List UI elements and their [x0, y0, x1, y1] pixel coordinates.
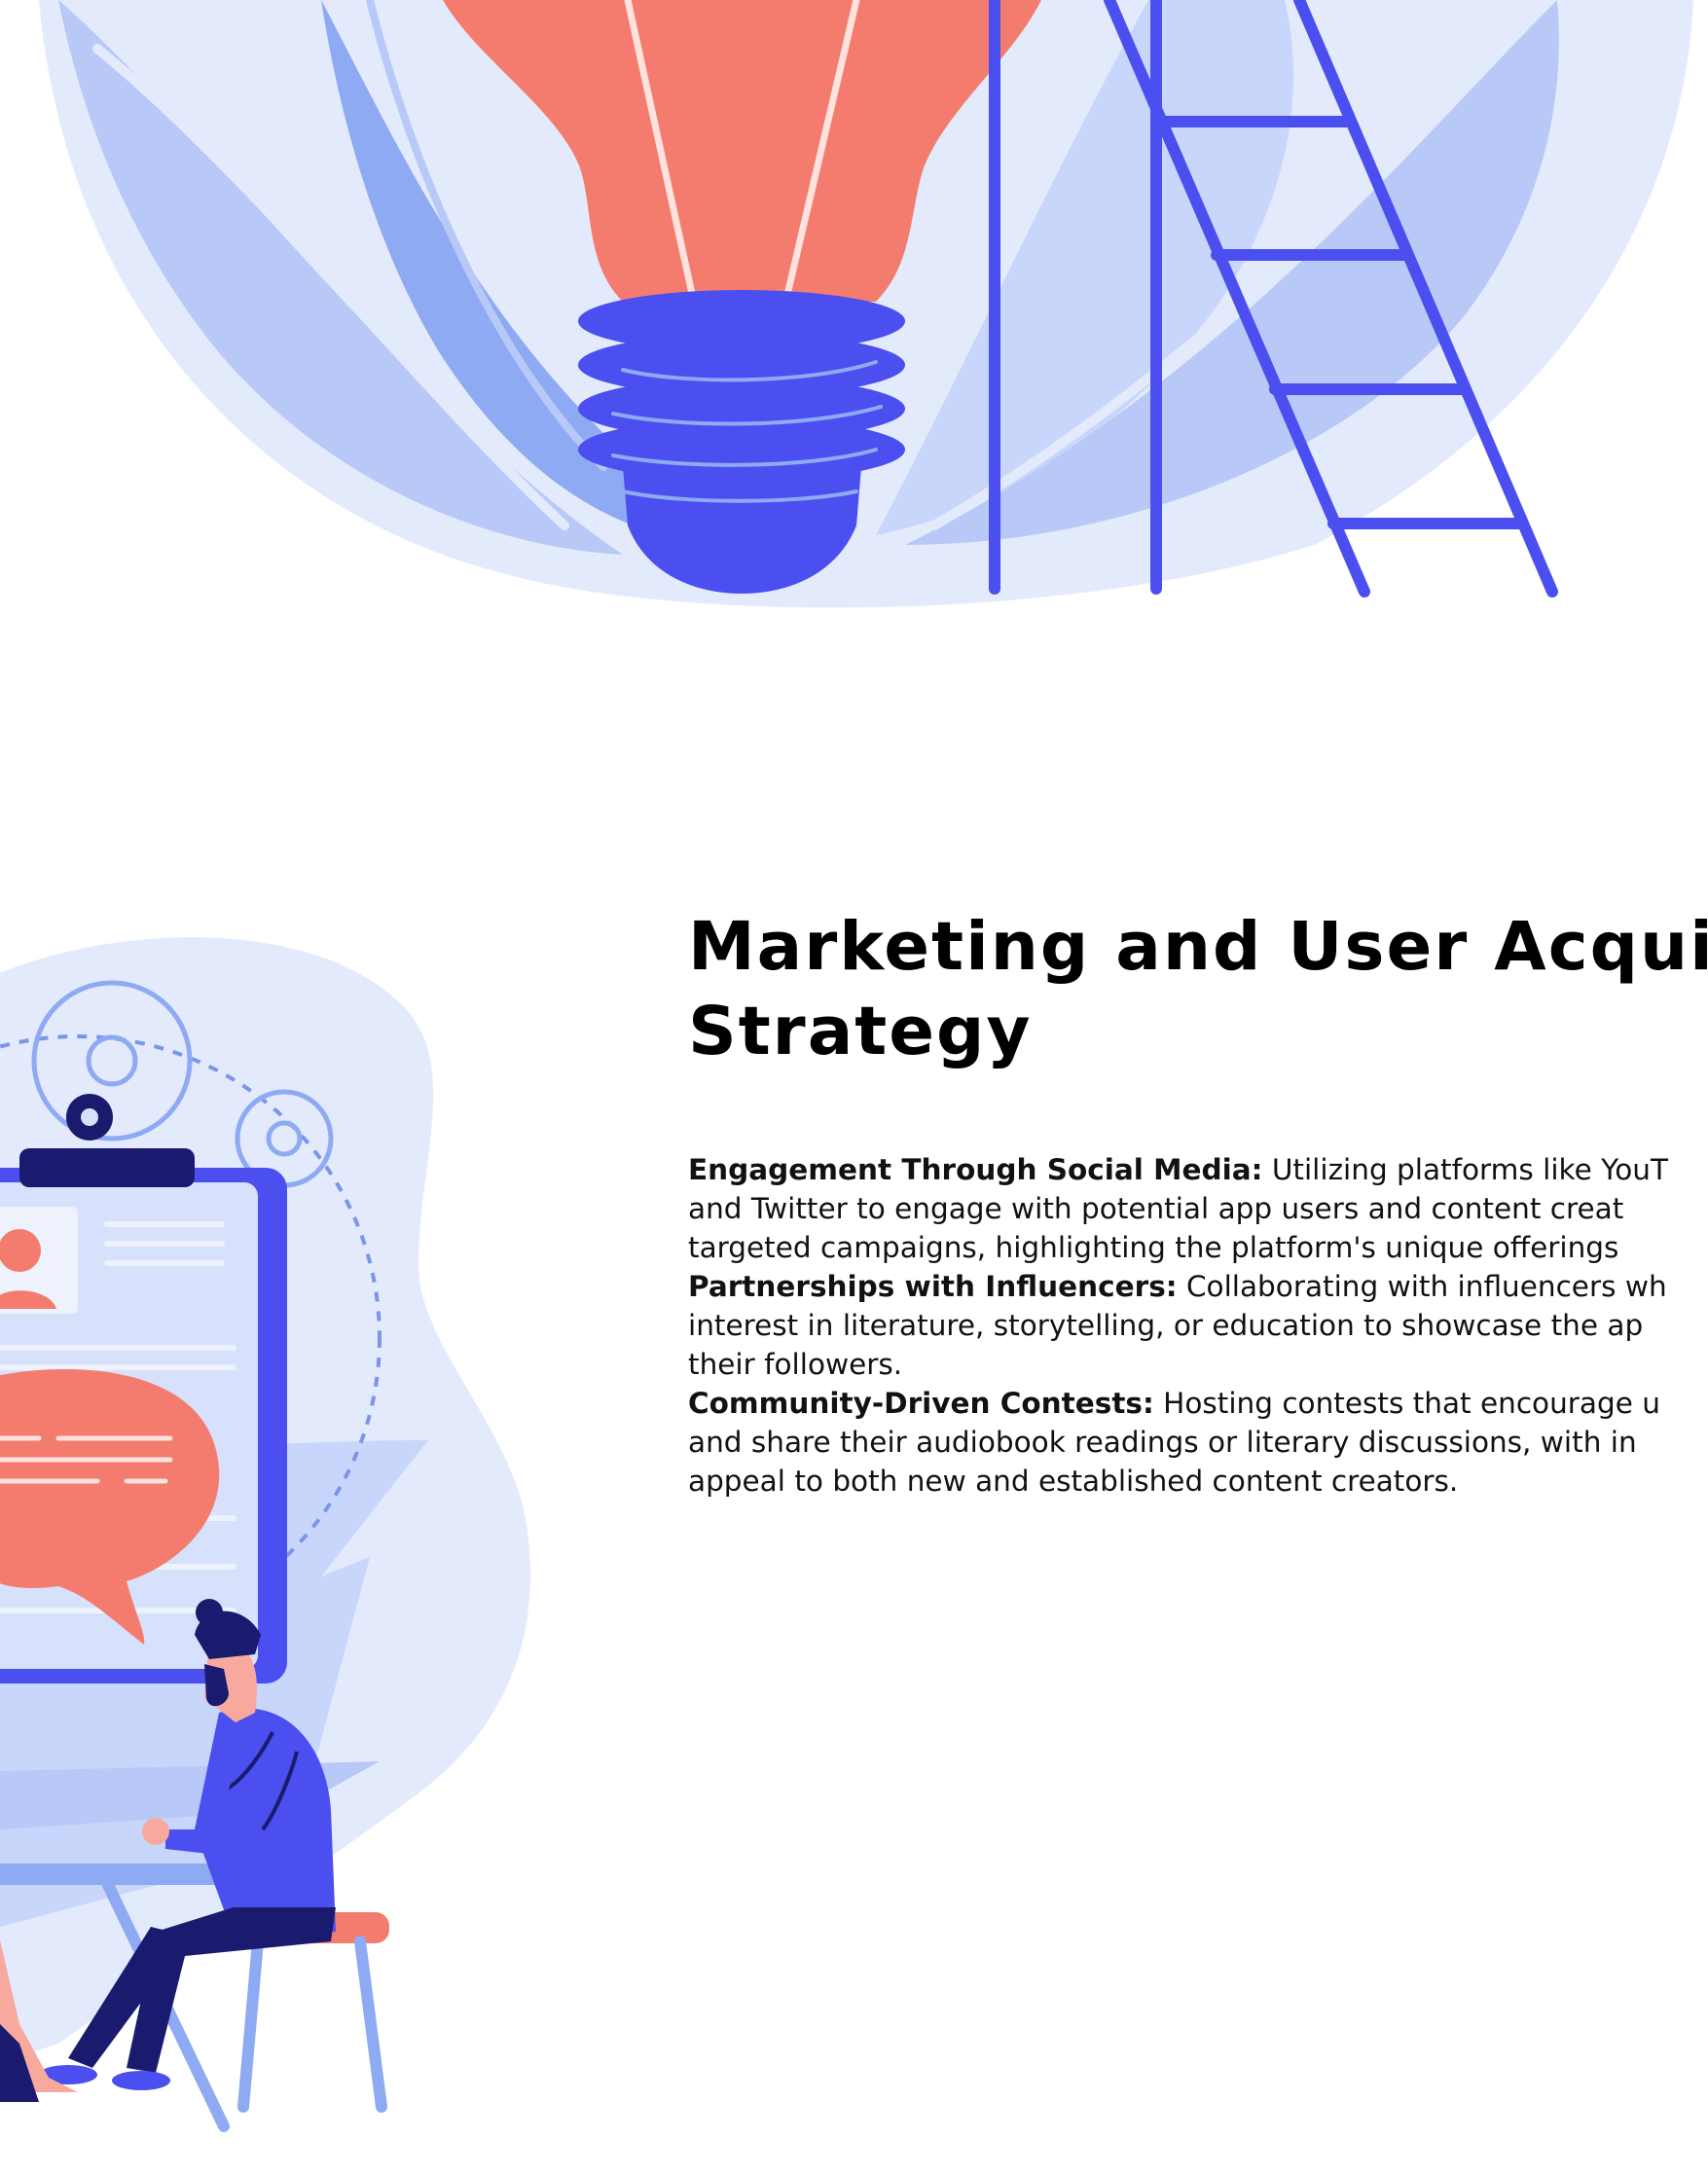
strategy-item-text: and share their audiobook readings or li…: [688, 1426, 1637, 1459]
strategy-item-line: Partnerships with Influencers: Collabora…: [688, 1267, 1708, 1306]
content-section: Marketing and User Acqui Strategy Engage…: [688, 905, 1708, 1501]
man-clipboard-illustration: [0, 937, 530, 2132]
strategy-item-text: targeted campaigns, highlighting the pla…: [688, 1231, 1619, 1264]
strategy-item-text: appeal to both new and established conte…: [688, 1465, 1459, 1498]
strategy-item-text: Hosting contests that encourage u: [1153, 1387, 1660, 1420]
strategy-item-contests: Community-Driven Contests: Hosting conte…: [688, 1384, 1708, 1501]
strategy-item-influencers: Partnerships with Influencers: Collabora…: [688, 1267, 1708, 1384]
strategy-item-text: and Twitter to engage with potential app…: [688, 1192, 1624, 1225]
strategy-item-label: Community-Driven Contests:: [688, 1387, 1154, 1420]
lightbulb-ladder-illustration: [39, 0, 1693, 608]
section-title-line: Marketing and User Acqui: [688, 908, 1708, 986]
strategy-item-text: interest in literature, storytelling, or…: [688, 1309, 1644, 1342]
strategy-item-text: their followers.: [688, 1348, 903, 1381]
section-title-line: Strategy: [688, 993, 1033, 1070]
strategy-item-label: Engagement Through Social Media:: [688, 1153, 1263, 1186]
strategy-item-text: Collaborating with influencers wh: [1177, 1270, 1667, 1303]
strategy-item-line: Community-Driven Contests: Hosting conte…: [688, 1384, 1708, 1423]
strategy-item-text: Utilizing platforms like YouT: [1262, 1153, 1668, 1186]
section-title: Marketing and User Acqui Strategy: [688, 905, 1708, 1074]
strategy-item-line: Engagement Through Social Media: Utilizi…: [688, 1150, 1708, 1189]
strategy-list: Engagement Through Social Media: Utilizi…: [688, 1150, 1708, 1501]
strategy-item-social-media: Engagement Through Social Media: Utilizi…: [688, 1150, 1708, 1267]
strategy-item-label: Partnerships with Influencers:: [688, 1270, 1178, 1303]
